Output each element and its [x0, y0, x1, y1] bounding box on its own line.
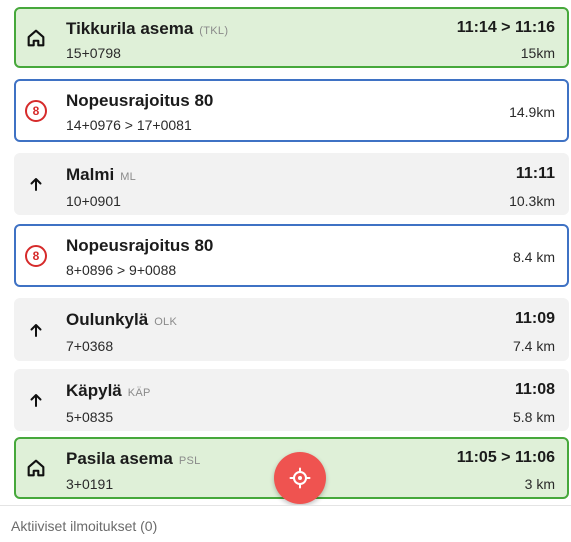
km-range: 14+0976 > 17+0081 [66, 117, 192, 133]
list-item-speed-limit[interactable]: 8 Nopeusrajoitus 80 14+0976 > 17+0081 14… [14, 79, 569, 142]
speed-limit-badge: 8 [25, 244, 47, 267]
stop-code: KÄP [127, 387, 151, 399]
station-name: Pasila asema [66, 449, 173, 468]
distance: 14.9km [509, 104, 555, 120]
km-position: 15+0798 [66, 45, 121, 61]
notifications-bar[interactable]: Aktiiviset ilmoitukset (0) [0, 505, 571, 542]
stop-name: Käpylä [66, 381, 122, 400]
list-item-speed-limit[interactable]: 8 Nopeusrajoitus 80 8+0896 > 9+0088 8.4 … [14, 224, 569, 287]
speed-limit-icon: 8 [24, 244, 48, 268]
km-range: 8+0896 > 9+0088 [66, 262, 177, 278]
station-code: (TKL) [199, 25, 229, 37]
km-position: 3+0191 [66, 476, 114, 492]
distance: 7.4 km [512, 338, 555, 354]
locate-button[interactable] [274, 452, 326, 504]
home-icon [24, 26, 48, 50]
distance: 3 km [524, 476, 555, 492]
list-item-stop-oulunkyla[interactable]: Oulunkylä OLK 7+0368 11:09 7.4 km [14, 298, 569, 361]
distance: 8.4 km [512, 249, 555, 265]
speed-limit-badge: 8 [25, 99, 47, 122]
home-icon [24, 456, 48, 480]
arrival-departure-time: 11:05 > 11:06 [456, 449, 555, 466]
distance: 15km [520, 45, 555, 61]
stop-name: Malmi [66, 165, 115, 184]
arrow-up-icon [24, 388, 48, 412]
station-code: PSL [178, 455, 201, 467]
speed-limit-icon: 8 [24, 99, 48, 123]
km-position: 7+0368 [66, 338, 114, 354]
arrow-up-icon [24, 172, 48, 196]
list-item-stop-malmi[interactable]: Malmi ML 10+0901 11:11 10.3km [14, 153, 569, 215]
list-item-station-tikkurila[interactable]: Tikkurila asema (TKL) 15+0798 11:14 > 11… [14, 7, 569, 68]
restriction-name: Nopeusrajoitus 80 [66, 236, 214, 255]
distance: 5.8 km [512, 409, 555, 425]
stop-name: Oulunkylä [66, 310, 149, 329]
stop-code: ML [120, 171, 137, 183]
list-item-stop-kapyla[interactable]: Käpylä KÄP 5+0835 11:08 5.8 km [14, 369, 569, 431]
pass-time: 11:08 [514, 381, 555, 398]
pass-time: 11:09 [514, 310, 555, 327]
km-position: 10+0901 [66, 193, 121, 209]
arrow-up-icon [24, 318, 48, 342]
stop-code: OLK [154, 316, 178, 328]
station-name: Tikkurila asema [66, 19, 194, 38]
km-position: 5+0835 [66, 409, 114, 425]
arrival-departure-time: 11:14 > 11:16 [456, 19, 555, 36]
restriction-name: Nopeusrajoitus 80 [66, 91, 214, 110]
pass-time: 11:11 [515, 165, 555, 182]
locate-icon [288, 466, 312, 490]
active-notifications-label: Aktiiviset ilmoitukset (0) [11, 518, 158, 534]
distance: 10.3km [509, 193, 555, 209]
